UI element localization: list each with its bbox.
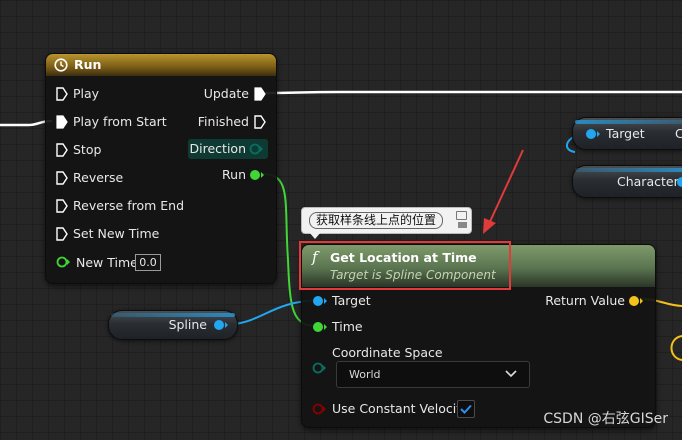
label-finished: Finished	[197, 114, 249, 129]
character-accent	[575, 168, 682, 172]
watermark: CSDN @右弦GISer	[543, 411, 668, 427]
highlight-box	[299, 241, 511, 290]
bool-in-use-constant-velocity[interactable]	[312, 403, 328, 415]
float-in-time[interactable]	[312, 321, 328, 333]
object-out-character[interactable]	[676, 176, 682, 188]
object-in-target[interactable]	[312, 295, 328, 307]
target-accent	[575, 120, 682, 124]
vector-wire-return-2	[670, 335, 682, 361]
new-time-input[interactable]: 0.0	[135, 254, 161, 271]
exec-out-update[interactable]	[254, 87, 266, 101]
checkmark-icon	[460, 404, 472, 414]
annotation-arrowhead	[483, 218, 496, 234]
character-variable-node[interactable]: Character	[572, 165, 682, 198]
label-play-from-start: Play from Start	[73, 114, 167, 129]
vector-out-return-value[interactable]	[628, 295, 644, 307]
spline-label: Spline	[168, 317, 207, 332]
exec-in-reverse-from-end[interactable]	[56, 199, 68, 213]
enum-out-direction[interactable]	[249, 143, 265, 155]
label-direction: Direction	[189, 141, 246, 156]
label-run: Run	[222, 167, 246, 182]
coordinate-space-dropdown[interactable]: World	[336, 361, 530, 388]
exec-in-play-from-start[interactable]	[56, 115, 68, 129]
label-update: Update	[203, 86, 249, 101]
label-reverse-from-end: Reverse from End	[73, 198, 185, 213]
object-out-spline[interactable]	[213, 319, 229, 331]
comment-text: 获取样条线上点的位置	[309, 212, 444, 229]
float-out-run[interactable]	[249, 169, 265, 181]
pin-comment-icon[interactable]	[456, 211, 467, 220]
bubble-toggle-icon[interactable]	[458, 222, 467, 228]
exec-in-stop[interactable]	[56, 143, 68, 157]
label-play: Play	[73, 86, 100, 101]
use-constant-velocity-checkbox[interactable]	[457, 400, 475, 418]
label-set-new-time: Set New Time	[73, 226, 160, 241]
chevron-down-icon	[505, 370, 517, 378]
comment-bubble-tail	[309, 232, 321, 239]
label-coordinate-space: Coordinate Space	[332, 345, 443, 360]
target-var-partial-output: C	[675, 126, 682, 141]
enum-in-coordinate-space[interactable]	[312, 362, 328, 374]
exec-out-finished[interactable]	[254, 115, 266, 129]
label-time: Time	[332, 319, 363, 334]
comment-bubble[interactable]: 获取样条线上点的位置	[301, 207, 472, 234]
label-target: Target	[332, 293, 371, 308]
label-use-constant-velocity: Use Constant Velocity	[332, 401, 469, 416]
object-in-target-var[interactable]	[585, 128, 601, 140]
timeline-title: Run	[74, 57, 102, 72]
exec-in-play[interactable]	[56, 87, 68, 101]
spline-variable-node[interactable]: Spline	[108, 310, 238, 340]
character-var-label: Character	[617, 174, 679, 189]
label-return-value: Return Value	[545, 293, 625, 308]
exec-wire-update	[264, 90, 682, 95]
timeline-node[interactable]: Run Play Play from Start Stop Reverse Re…	[45, 53, 277, 284]
clock-icon	[54, 58, 68, 72]
exec-in-set-new-time[interactable]	[56, 227, 68, 241]
label-stop: Stop	[73, 142, 102, 157]
target-variable-node[interactable]: Target C	[572, 117, 682, 150]
float-in-new-time-pin[interactable]	[56, 256, 72, 268]
label-reverse: Reverse	[73, 170, 124, 185]
annotation-arrow	[487, 149, 524, 227]
target-var-label: Target	[606, 126, 645, 141]
label-new-time: New Time	[76, 255, 138, 270]
exec-in-reverse[interactable]	[56, 171, 68, 185]
coordinate-space-value: World	[349, 368, 381, 381]
